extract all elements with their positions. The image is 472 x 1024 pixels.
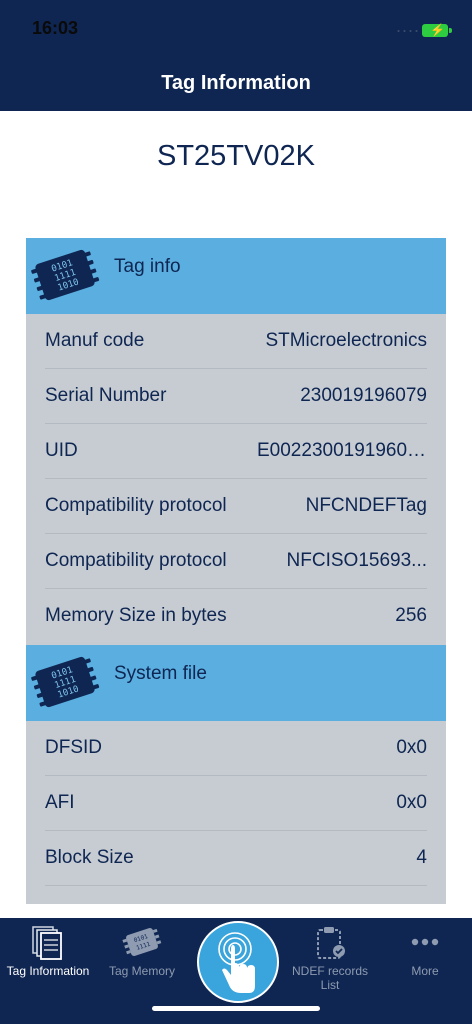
clipboard-check-icon: [317, 927, 345, 959]
more-dots-icon: [411, 938, 439, 946]
row-divider: [45, 885, 427, 886]
memory-chip-icon: 0101 1111 1010: [31, 656, 100, 708]
home-indicator: [152, 1006, 320, 1011]
row-label: Block Size: [45, 847, 134, 868]
signal-dots-icon: ....: [396, 16, 421, 36]
info-row: AFI 0x0: [26, 776, 446, 831]
section-header-system-file: 0101 1111 1010 System file: [26, 645, 446, 721]
section-title: System file: [114, 663, 207, 684]
row-label: Compatibility protocol: [45, 550, 227, 571]
info-row: Block Size 4: [26, 831, 446, 886]
section-title: Tag info: [114, 256, 181, 277]
row-label: Memory Size in bytes: [45, 605, 227, 626]
nfc-tap-icon: [218, 932, 255, 993]
info-row: Serial Number 230019196079: [26, 369, 446, 424]
row-label: AFI: [45, 792, 75, 813]
tab-label: Tag Memory: [108, 964, 176, 978]
tab-label: Tag Information: [6, 964, 90, 978]
nfc-scan-button[interactable]: [197, 921, 279, 1003]
row-label: Compatibility protocol: [45, 495, 227, 516]
tag-info-card[interactable]: 0101 1111 1010 Tag info Manuf code STMic…: [26, 238, 446, 904]
info-row: DFSID 0x0: [26, 721, 446, 776]
tag-name: ST25TV02K: [157, 140, 315, 172]
info-row: UID E002230019196079: [26, 424, 446, 479]
charging-bolt-icon: ⚡: [430, 23, 445, 37]
header: 16:03 .... ⚡ Tag Information: [0, 0, 472, 111]
info-row: Manuf code STMicroelectronics: [26, 314, 446, 369]
memory-chip-icon: 0101 1111 1010: [31, 249, 100, 301]
tab-tag-information[interactable]: Tag Information: [0, 918, 96, 1024]
row-value: 0x0: [396, 737, 427, 758]
info-row: Memory Size in bytes 256: [26, 589, 446, 644]
row-value: 4: [416, 847, 427, 868]
row-value: E002230019196079: [257, 440, 427, 461]
tab-label: More: [411, 964, 439, 978]
row-value: STMicroelectronics: [265, 330, 427, 351]
section-header-tag-info: 0101 1111 1010 Tag info: [26, 238, 446, 314]
info-row: Compatibility protocol NFCISO15693...: [26, 534, 446, 589]
battery-tip: [449, 28, 452, 33]
row-value: NFCNDEFTag: [305, 495, 427, 516]
row-value: NFCISO15693...: [286, 550, 427, 571]
status-time: 16:03: [32, 18, 79, 38]
row-value: 230019196079: [300, 385, 427, 406]
row-value: 0x0: [396, 792, 427, 813]
nav-title: Tag Information: [161, 72, 311, 94]
row-label: DFSID: [45, 737, 102, 758]
row-value: 256: [395, 605, 427, 626]
tab-more[interactable]: More: [378, 918, 472, 1024]
info-row: Compatibility protocol NFCNDEFTag: [26, 479, 446, 534]
documents-icon: [32, 926, 62, 960]
tab-label: NDEF records List: [291, 964, 368, 992]
row-label: Serial Number: [45, 385, 167, 406]
row-label: Manuf code: [45, 330, 145, 351]
row-label: UID: [45, 440, 78, 461]
memory-chip-icon: 0101 1111: [122, 927, 162, 957]
